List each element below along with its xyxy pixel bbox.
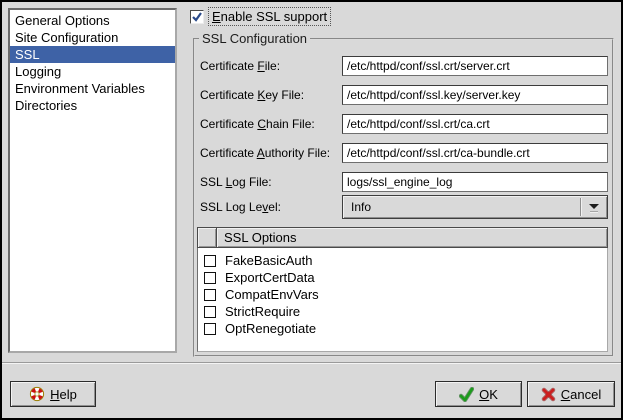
- certificate-chain-file-input[interactable]: /etc/httpd/conf/ssl.crt/ca.crt: [342, 114, 608, 134]
- option-label: ExportCertData: [225, 270, 315, 285]
- optrenegotiate-checkbox[interactable]: [204, 323, 216, 335]
- help-button[interactable]: Help: [10, 381, 96, 407]
- ssl-configuration-frame: SSL Configuration Certificate File: /etc…: [193, 38, 614, 357]
- ssl-log-file-label: SSL Log File:: [200, 172, 344, 192]
- sidebar-item-ssl[interactable]: SSL: [10, 46, 175, 63]
- ssl-options-header-row: SSL Options: [197, 227, 608, 248]
- checkbox-column-header[interactable]: [197, 227, 217, 248]
- ssl-log-file-input[interactable]: logs/ssl_engine_log: [342, 172, 608, 192]
- option-row-optrenegotiate[interactable]: OptRenegotiate: [198, 320, 607, 337]
- certificate-authority-file-input[interactable]: /etc/httpd/conf/ssl.crt/ca-bundle.crt: [342, 143, 608, 163]
- strictrequire-checkbox[interactable]: [204, 306, 216, 318]
- sidebar-item-site-configuration[interactable]: Site Configuration: [10, 29, 175, 46]
- check-icon: [459, 387, 474, 402]
- enable-ssl-checkbox[interactable]: [190, 10, 204, 24]
- certificate-authority-file-label: Certificate Authority File:: [200, 143, 344, 163]
- certificate-key-file-label: Certificate Key File:: [200, 85, 344, 105]
- certificate-file-input[interactable]: /etc/httpd/conf/ssl.crt/server.crt: [342, 56, 608, 76]
- lifebuoy-help-icon: [29, 386, 45, 402]
- option-row-strictrequire[interactable]: StrictRequire: [198, 303, 607, 320]
- ssl-config-dialog: General Options Site Configuration SSL L…: [0, 0, 623, 420]
- ssl-options-column-header[interactable]: SSL Options: [216, 227, 608, 248]
- sidebar-item-logging[interactable]: Logging: [10, 63, 175, 80]
- frame-title: SSL Configuration: [199, 31, 310, 46]
- sidebar-item-environment-variables[interactable]: Environment Variables: [10, 80, 175, 97]
- option-label: OptRenegotiate: [225, 321, 316, 336]
- enable-ssl-label[interactable]: Enable SSL support: [208, 7, 331, 26]
- dropdown-dash-icon: [590, 211, 598, 213]
- option-row-fakebasicauth[interactable]: FakeBasicAuth: [198, 252, 607, 269]
- option-row-exportcertdata[interactable]: ExportCertData: [198, 269, 607, 286]
- checkmark-icon: [191, 11, 203, 23]
- option-label: FakeBasicAuth: [225, 253, 312, 268]
- cancel-button-label: Cancel: [561, 387, 601, 402]
- button-area-separator: [2, 362, 621, 364]
- option-row-compatenvvars[interactable]: CompatEnvVars: [198, 286, 607, 303]
- certificate-key-file-input[interactable]: /etc/httpd/conf/ssl.key/server.key: [342, 85, 608, 105]
- exportcertdata-checkbox[interactable]: [204, 272, 216, 284]
- sidebar-item-directories[interactable]: Directories: [10, 97, 175, 114]
- certificate-chain-file-label: Certificate Chain File:: [200, 114, 344, 134]
- ssl-options-table: SSL Options FakeBasicAuth ExportCertData…: [197, 227, 608, 352]
- ssl-options-list: FakeBasicAuth ExportCertData CompatEnvVa…: [197, 248, 608, 352]
- ssl-log-level-value: Info: [351, 196, 371, 218]
- enable-ssl-row: Enable SSL support: [190, 7, 331, 26]
- compatenvvars-checkbox[interactable]: [204, 289, 216, 301]
- option-label: StrictRequire: [225, 304, 300, 319]
- certificate-file-label: Certificate File:: [200, 56, 344, 76]
- option-label: CompatEnvVars: [225, 287, 319, 302]
- ssl-log-level-label: SSL Log Level:: [200, 197, 344, 217]
- chevron-down-icon: [589, 204, 599, 209]
- ok-button[interactable]: OK: [435, 381, 522, 407]
- dropdown-separator: [580, 198, 582, 216]
- help-button-label: Help: [50, 387, 77, 402]
- ok-button-label: OK: [479, 387, 498, 402]
- fakebasicauth-checkbox[interactable]: [204, 255, 216, 267]
- category-list: General Options Site Configuration SSL L…: [8, 8, 177, 353]
- sidebar-item-general-options[interactable]: General Options: [10, 12, 175, 29]
- cancel-button[interactable]: Cancel: [527, 381, 615, 407]
- ssl-log-level-dropdown[interactable]: Info: [342, 195, 608, 219]
- x-cross-icon: [541, 387, 556, 402]
